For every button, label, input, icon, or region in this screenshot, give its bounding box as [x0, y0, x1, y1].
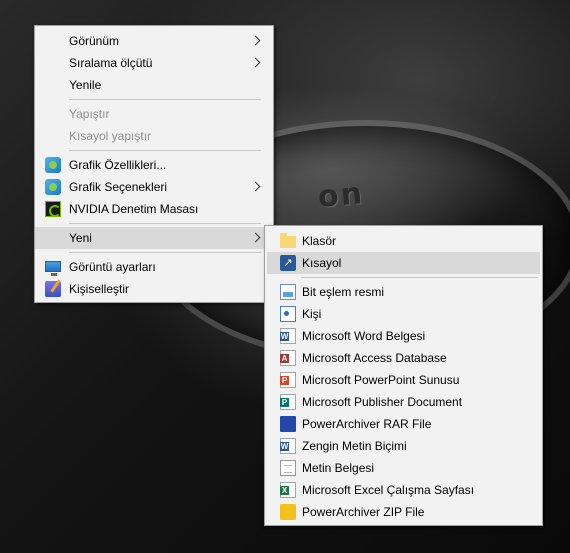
menu-item-label: Grafik Özellikleri...: [69, 158, 167, 172]
menu-item-label: Yeni: [69, 231, 92, 245]
lens-brand-text: on: [316, 176, 366, 215]
menu-item-label: Microsoft PowerPoint Sunusu: [302, 373, 460, 387]
menu-item-label: Kişi: [302, 307, 322, 321]
new-zip-item[interactable]: PowerArchiver ZIP File: [265, 501, 542, 523]
menu-item-paste-shortcut[interactable]: Kısayol yapıştır: [35, 125, 273, 147]
menu-item-label: Kişiselleştir: [69, 282, 130, 296]
menu-item-sort-by[interactable]: Sıralama ölçütü: [35, 52, 273, 74]
access-icon: A: [280, 350, 296, 366]
menu-item-display-settings[interactable]: Görüntü ayarları: [35, 256, 273, 278]
menu-item-label: Microsoft Publisher Document: [302, 395, 463, 409]
new-powerpoint-item[interactable]: P Microsoft PowerPoint Sunusu: [265, 369, 542, 391]
menu-separator: [69, 99, 261, 100]
new-contact-item[interactable]: Kişi: [265, 303, 542, 325]
new-submenu: Klasör ↗ Kısayol Bit eşlem resmi Kişi W …: [264, 225, 543, 526]
rar-icon: [280, 416, 296, 432]
chevron-right-icon: [250, 57, 261, 68]
chevron-right-icon: [250, 232, 261, 243]
menu-item-label: Kısayol yapıştır: [69, 129, 152, 143]
menu-item-graphics-properties[interactable]: Grafik Özellikleri...: [35, 154, 273, 176]
new-bitmap-item[interactable]: Bit eşlem resmi: [265, 281, 542, 303]
menu-item-graphics-options[interactable]: Grafik Seçenekleri: [35, 176, 273, 198]
menu-item-view[interactable]: Görünüm: [35, 30, 273, 52]
rtf-icon: W: [280, 438, 296, 454]
menu-separator: [69, 223, 261, 224]
menu-item-label: Yapıştır: [69, 107, 110, 121]
new-shortcut-item[interactable]: ↗ Kısayol: [267, 252, 540, 274]
menu-item-label: Sıralama ölçütü: [69, 56, 153, 70]
excel-icon: X: [280, 482, 296, 498]
word-icon: W: [280, 328, 296, 344]
menu-item-refresh[interactable]: Yenile: [35, 74, 273, 96]
menu-item-new[interactable]: Yeni: [35, 227, 273, 249]
powerpoint-icon: P: [280, 372, 296, 388]
chevron-right-icon: [250, 181, 261, 192]
new-word-document-item[interactable]: W Microsoft Word Belgesi: [265, 325, 542, 347]
publisher-icon: P: [280, 394, 296, 410]
menu-separator: [301, 277, 538, 278]
new-access-database-item[interactable]: A Microsoft Access Database: [265, 347, 542, 369]
new-rar-item[interactable]: PowerArchiver RAR File: [265, 413, 542, 435]
menu-item-personalize[interactable]: Kişiselleştir: [35, 278, 273, 300]
new-publisher-item[interactable]: P Microsoft Publisher Document: [265, 391, 542, 413]
folder-icon: [280, 233, 296, 248]
chevron-right-icon: [250, 35, 261, 46]
personalize-icon: [45, 281, 61, 297]
new-folder-item[interactable]: Klasör: [265, 230, 542, 252]
new-rtf-item[interactable]: W Zengin Metin Biçimi: [265, 435, 542, 457]
display-settings-icon: [45, 261, 61, 276]
menu-item-label: Grafik Seçenekleri: [69, 180, 168, 194]
menu-item-label: Kısayol: [302, 256, 342, 270]
text-icon: [280, 460, 296, 476]
menu-item-label: Metin Belgesi: [302, 461, 375, 475]
menu-item-label: Klasör: [302, 234, 337, 248]
nvidia-icon: [45, 201, 61, 217]
menu-item-label: Görünüm: [69, 34, 120, 48]
new-text-document-item[interactable]: Metin Belgesi: [265, 457, 542, 479]
graphics-icon: [45, 157, 61, 173]
menu-item-label: Bit eşlem resmi: [302, 285, 385, 299]
menu-separator: [69, 252, 261, 253]
bitmap-icon: [280, 284, 296, 300]
contact-icon: [280, 306, 296, 322]
menu-item-label: Yenile: [69, 78, 102, 92]
menu-item-label: Zengin Metin Biçimi: [302, 439, 407, 453]
menu-item-label: Microsoft Excel Çalışma Sayfası: [302, 483, 475, 497]
menu-item-paste[interactable]: Yapıştır: [35, 103, 273, 125]
menu-item-label: Görüntü ayarları: [69, 260, 156, 274]
menu-separator: [69, 150, 261, 151]
graphics-icon: [45, 179, 61, 195]
menu-item-label: NVIDIA Denetim Masası: [69, 202, 199, 216]
desktop-context-menu: Görünüm Sıralama ölçütü Yenile Yapıştır …: [34, 25, 274, 303]
menu-item-label: Microsoft Access Database: [302, 351, 447, 365]
menu-item-label: PowerArchiver RAR File: [302, 417, 432, 431]
menu-item-nvidia-control-panel[interactable]: NVIDIA Denetim Masası: [35, 198, 273, 220]
new-excel-item[interactable]: X Microsoft Excel Çalışma Sayfası: [265, 479, 542, 501]
menu-item-label: Microsoft Word Belgesi: [302, 329, 426, 343]
shortcut-icon: ↗: [280, 255, 296, 271]
zip-icon: [280, 504, 296, 520]
menu-item-label: PowerArchiver ZIP File: [302, 505, 425, 519]
